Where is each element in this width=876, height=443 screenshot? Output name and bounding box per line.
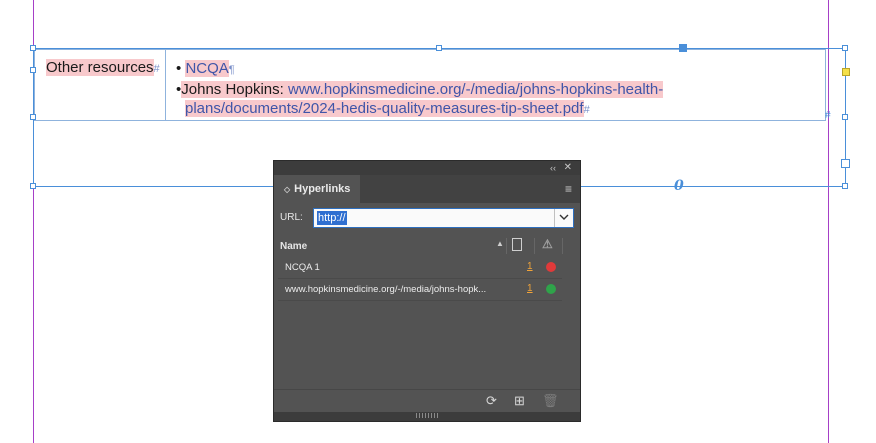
page-icon[interactable] [512,238,522,251]
panel-bottom-bar: ⟳ ⊞ 🗑 [274,389,580,412]
warning-icon[interactable]: ⚠ [542,237,553,251]
grip-dots [416,413,438,418]
table-column-divider [165,50,166,120]
frame-in-port-handle[interactable] [679,44,687,52]
expand-arrows-icon[interactable]: ◇ [284,185,290,194]
frame-handle-bottom-right[interactable] [842,183,848,189]
tab-label: Hyperlinks [294,183,351,195]
column-header-name[interactable]: Name [280,241,307,252]
chevron-down-icon[interactable] [554,209,573,227]
hyperlink-ncqa[interactable]: NCQA [185,60,229,77]
trash-icon[interactable]: 🗑 [542,393,559,409]
frame-out-port-handle[interactable] [841,159,850,168]
resize-grip[interactable] [274,412,580,421]
bullet-glyph: • [176,60,182,77]
panel-title-bar[interactable]: ‹‹ ✕ [274,161,580,175]
frame-handle-top-center[interactable] [436,45,442,51]
cell-label-text: Other resources [46,59,154,76]
header-separator [562,238,563,254]
refresh-icon[interactable]: ⟳ [486,393,497,409]
table-cell-label[interactable]: Other resources# [46,59,160,76]
frame-handle-top-left[interactable] [30,45,36,51]
cell-end-marker: # [153,63,160,75]
chevron-down-svg [559,214,569,220]
frame-handle-bottom-left[interactable] [30,183,36,189]
collapse-panel-icon[interactable]: ‹‹ [550,161,556,175]
frame-handle-left-middle[interactable] [30,114,36,120]
table-end-marker: # [825,110,831,121]
page-link[interactable]: 1 [527,283,533,294]
table-handle-left[interactable] [30,67,36,73]
url-row: URL: http:// [280,208,574,230]
new-hyperlink-icon[interactable]: ⊞ [514,393,525,409]
panel-menu-icon[interactable]: ≡ [565,182,572,196]
panel-tab-bar: ◇ Hyperlinks ≡ [274,175,580,203]
hyperlink-name: www.hopkinsmedicine.org/-/media/johns-ho… [285,284,487,295]
right-margin-guide [828,0,829,443]
header-separator [534,238,535,254]
tab-hyperlinks[interactable]: ◇ Hyperlinks [274,175,360,203]
url-input-value: http:// [317,211,347,225]
hyperlinks-panel[interactable]: ‹‹ ✕ ◇ Hyperlinks ≡ URL: http:// Name ▲ ⚠… [274,161,580,421]
url-label: URL: [280,212,303,223]
cell-end-marker: # [583,104,590,116]
frame-corner-option-handle[interactable] [842,68,850,76]
page-link[interactable]: 1 [527,261,533,272]
header-separator [506,238,507,254]
hyperlink-name: NCQA 1 [285,262,320,273]
sort-ascending-icon[interactable]: ▲ [496,239,504,248]
url-input[interactable]: http:// [313,208,574,228]
list-header: Name ▲ ⚠ [278,236,576,256]
frame-handle-right-middle[interactable] [842,114,848,120]
list-item[interactable]: NCQA 1 1 [278,257,562,279]
status-dot-icon [546,284,556,294]
pilcrow-mark: ¶ [228,64,235,76]
bullet-item-hopkins: •Johns Hopkins: www.hopkinsmedicine.org/… [176,80,816,120]
frame-handle-top-right[interactable] [842,45,848,51]
table-cell-links[interactable]: • NCQA¶ •Johns Hopkins: www.hopkinsmedic… [176,59,816,120]
bullet-item-ncqa: • NCQA¶ [176,59,816,80]
hopkins-label: Johns Hopkins: [181,81,288,98]
close-panel-icon[interactable]: ✕ [564,161,572,175]
anchored-object-marker: 0 [674,178,684,194]
list-item[interactable]: www.hopkinsmedicine.org/-/media/johns-ho… [278,279,562,301]
status-dot-icon [546,262,556,272]
